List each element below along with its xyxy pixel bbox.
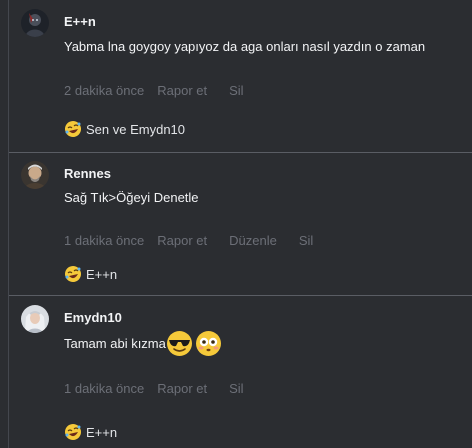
comment-text: Sağ Tık>Öğeyi Denetle (64, 190, 199, 205)
reaction-summary[interactable]: E++n (64, 265, 117, 283)
comment-text: Tamam abi kızma (64, 336, 166, 351)
comment-item: Rennes Sağ Tık>Öğeyi Denetle 1 dakika ön… (9, 152, 472, 295)
report-button[interactable]: Rapor et (157, 83, 207, 98)
timestamp: 1 dakika önce (64, 233, 145, 248)
report-button[interactable]: Rapor et (157, 381, 207, 396)
reaction-users: E++n (86, 424, 118, 440)
reaction-users: Sen ve Emydn10 (86, 121, 186, 137)
timestamp: 1 dakika önce (64, 381, 145, 396)
comment-actions: 2 dakika önce Rapor et Sil (64, 83, 257, 98)
delete-button[interactable]: Sil (299, 233, 313, 248)
comment-text-row: Tamam abi kızma (64, 330, 222, 357)
comment-text: Yabma lna goygoy yapıyoz da aga onları n… (64, 39, 426, 54)
comment-author[interactable]: Rennes (64, 166, 111, 181)
avatar[interactable] (21, 305, 49, 333)
delete-button[interactable]: Sil (229, 381, 243, 396)
rolling-on-floor-laughing-icon (65, 266, 81, 282)
comment-actions: 1 dakika önce Rapor et Düzenle Sil (64, 233, 326, 248)
reaction-summary[interactable]: Sen ve Emydn10 (64, 120, 185, 138)
timestamp: 2 dakika önce (64, 83, 145, 98)
comment-author[interactable]: E++n (64, 14, 96, 29)
report-button[interactable]: Rapor et (157, 233, 207, 248)
rolling-on-floor-laughing-icon (65, 121, 81, 137)
edit-button[interactable]: Düzenle (229, 233, 277, 248)
delete-button[interactable]: Sil (229, 83, 243, 98)
comment-author[interactable]: Emydn10 (64, 310, 122, 325)
white-haired-woman-avatar-icon (21, 305, 49, 333)
bearded-witcher-avatar-icon (21, 161, 49, 189)
dark-warrior-avatar-icon (21, 9, 49, 37)
avatar[interactable] (21, 9, 49, 37)
comment-item: Emydn10 Tamam abi kızma 1 dakika önce Ra (9, 295, 472, 448)
comment-actions: 1 dakika önce Rapor et Sil (64, 381, 257, 396)
reaction-summary[interactable]: E++n (64, 423, 117, 441)
comment-item: E++n Yabma lna goygoy yapıyoz da aga onl… (9, 0, 472, 152)
rolling-on-floor-laughing-icon (65, 424, 81, 440)
sunglasses-face-icon (166, 331, 192, 356)
flushed-face-icon (195, 331, 221, 356)
comment-thread: E++n Yabma lna goygoy yapıyoz da aga onl… (8, 0, 472, 448)
avatar[interactable] (21, 161, 49, 189)
reaction-users: E++n (86, 266, 118, 282)
